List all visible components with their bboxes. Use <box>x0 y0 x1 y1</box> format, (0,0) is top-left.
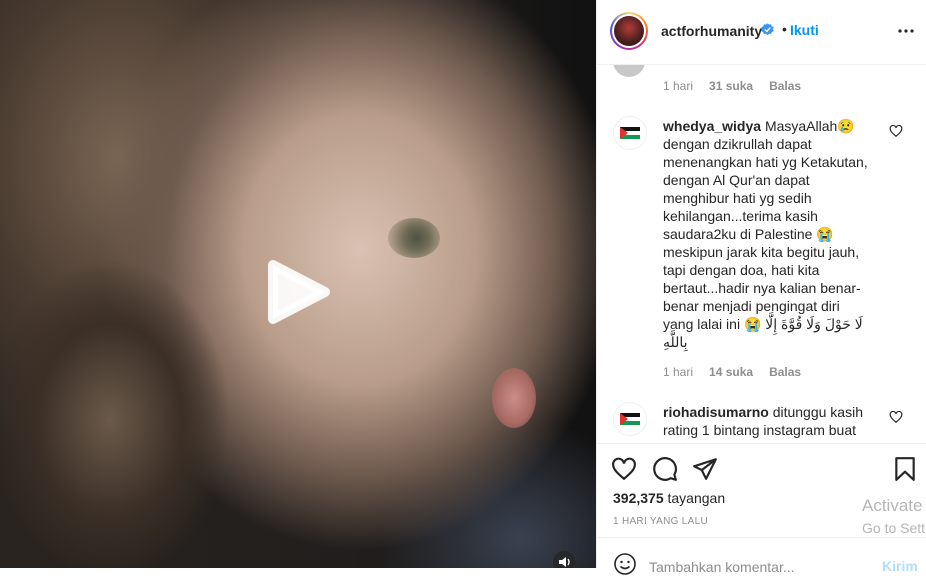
palestine-flag-icon <box>620 127 640 139</box>
add-comment-bar: Kirim <box>597 537 926 576</box>
bookmark-icon[interactable] <box>892 456 918 482</box>
video-player[interactable] <box>0 0 596 568</box>
audio-toggle-button[interactable] <box>553 551 575 568</box>
video-frame-detail <box>388 218 440 258</box>
views-number: 392,375 <box>613 490 664 506</box>
post-comment-button[interactable]: Kirim <box>882 558 918 574</box>
comment-body: riohadisumarno ditunggu kasih rating 1 b… <box>663 403 873 439</box>
reply-button[interactable]: Balas <box>769 365 801 379</box>
post-date[interactable]: 1 hari yang lalu <box>613 516 708 527</box>
comment-text: MasyaAllah😢 dengan dzikrullah dapat mene… <box>663 118 868 350</box>
comment-icon[interactable] <box>652 456 678 482</box>
comment-likes[interactable]: 14 suka <box>709 365 753 379</box>
separator-dot: • <box>782 21 787 37</box>
comment-username[interactable]: whedya_widya <box>663 118 761 134</box>
heart-icon[interactable] <box>611 456 637 482</box>
post-username[interactable]: actforhumanity <box>661 23 762 39</box>
like-comment-icon[interactable] <box>889 124 903 138</box>
comments-list[interactable]: 1 hari 31 suka Balas whedya_widya MasyaAll… <box>597 65 926 443</box>
post-actions: 392,375 tayangan 1 hari yang lalu <box>597 443 926 538</box>
post-header: actforhumanity • Ikuti <box>597 0 926 65</box>
palestine-flag-icon <box>620 413 640 425</box>
comment-body: whedya_widya MasyaAllah😢 dengan dzikrull… <box>663 117 873 351</box>
more-options-icon[interactable] <box>897 22 915 40</box>
comment-time[interactable]: 1 hari <box>663 79 693 93</box>
like-comment-icon[interactable] <box>889 410 903 424</box>
avatar[interactable] <box>613 402 647 436</box>
share-icon[interactable] <box>692 456 718 482</box>
follow-button[interactable]: Ikuti <box>790 22 819 38</box>
views-label: tayangan <box>667 490 726 506</box>
avatar[interactable] <box>613 116 647 150</box>
emoji-icon[interactable] <box>613 552 637 576</box>
views-count[interactable]: 392,375 tayangan <box>613 490 725 506</box>
reply-button[interactable]: Balas <box>769 79 801 93</box>
comment-meta: 1 hari 31 suka Balas <box>663 79 801 93</box>
comment-likes[interactable]: 31 suka <box>709 79 753 93</box>
comment-time[interactable]: 1 hari <box>663 365 693 379</box>
comment-username[interactable]: riohadisumarno <box>663 404 769 420</box>
comment-meta: 1 hari 14 suka Balas <box>663 365 801 379</box>
speaker-icon <box>559 557 570 567</box>
comment-input[interactable] <box>649 558 859 576</box>
video-frame-detail <box>492 368 536 428</box>
post-side-panel: actforhumanity • Ikuti 1 hari 31 suka Bala… <box>596 0 926 576</box>
avatar[interactable] <box>613 65 645 77</box>
avatar[interactable] <box>610 12 648 50</box>
play-icon[interactable] <box>263 257 333 327</box>
verified-badge-icon <box>761 23 774 36</box>
